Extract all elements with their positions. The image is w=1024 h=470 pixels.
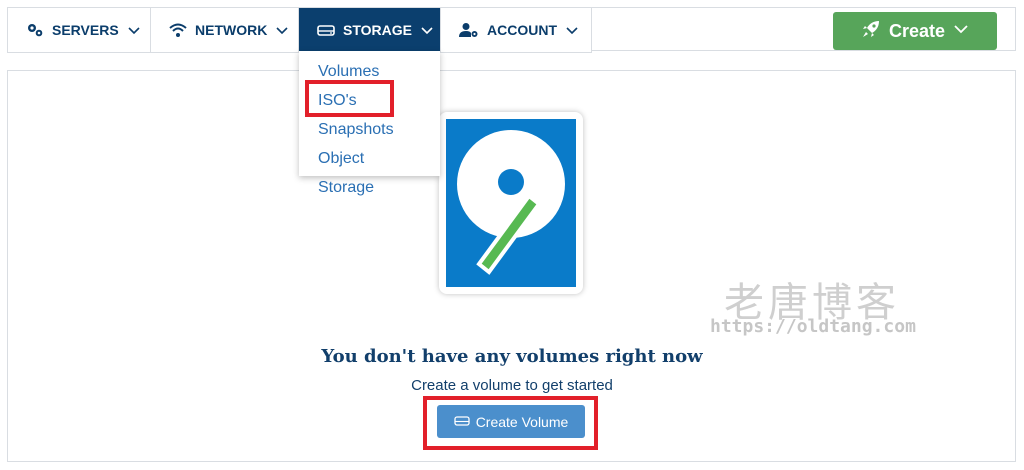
menu-item-snapshots[interactable]: Snapshots [299, 115, 440, 144]
tab-network[interactable]: NETWORK [151, 8, 299, 52]
chevron-down-icon [275, 23, 289, 37]
highlight-box-isos [305, 80, 394, 117]
chevron-down-icon [565, 23, 579, 37]
top-navigation: SERVERS NETWORK STORAGE ACCOUNT [7, 7, 592, 53]
menu-item-object-storage[interactable]: Object Storage [299, 144, 440, 196]
tab-storage[interactable]: STORAGE [299, 8, 441, 52]
tab-network-label: NETWORK [195, 22, 268, 38]
empty-state-subtitle: Create a volume to get started [411, 377, 613, 394]
tab-servers-label: SERVERS [52, 22, 119, 38]
wifi-icon [169, 22, 187, 38]
watermark-url: https://oldtang.com [710, 316, 916, 337]
create-button[interactable]: Create [833, 12, 997, 50]
tab-account[interactable]: ACCOUNT [441, 8, 592, 52]
chevron-down-icon [420, 23, 434, 37]
rocket-icon [861, 19, 881, 44]
volume-illustration [439, 112, 583, 294]
chevron-down-icon [953, 21, 969, 42]
gears-icon [26, 22, 44, 38]
tab-storage-label: STORAGE [343, 22, 412, 38]
empty-state-title: You don't have any volumes right now [321, 346, 703, 367]
drive-icon [317, 23, 335, 37]
create-button-label: Create [888, 20, 946, 41]
chevron-down-icon [127, 23, 141, 37]
disk-icon [446, 119, 576, 287]
user-cog-icon [459, 22, 479, 38]
tab-account-label: ACCOUNT [487, 22, 557, 38]
highlight-box-create-volume [423, 396, 598, 450]
tab-servers[interactable]: SERVERS [8, 8, 151, 52]
